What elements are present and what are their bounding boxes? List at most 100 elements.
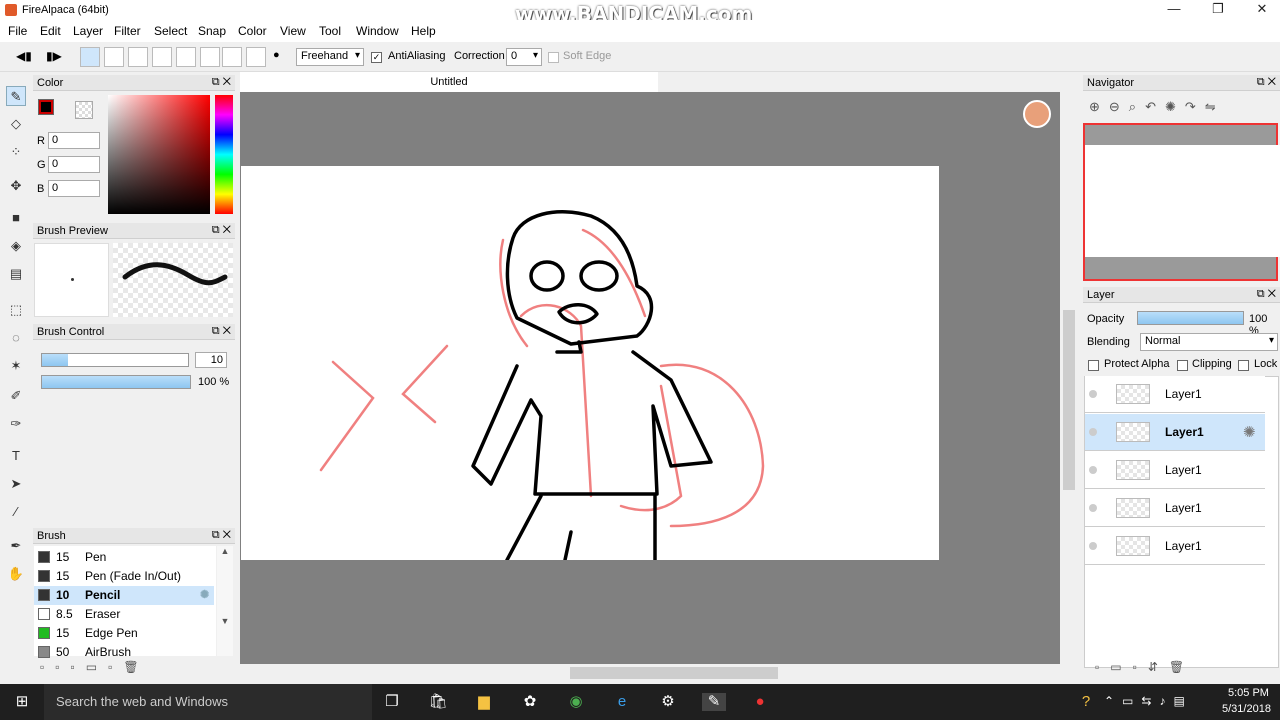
gradient-tool-icon[interactable]: ▤ (6, 264, 26, 284)
panel-close-icon[interactable]: ⧉ ✕ (212, 76, 231, 89)
primary-color-swatch[interactable] (38, 99, 54, 115)
magic-wand-tool-icon[interactable]: ✶ (6, 356, 26, 376)
select-tool-icon[interactable]: ⬚ (6, 300, 26, 320)
layer-actions[interactable]: ▫▭▫⇵🗑 (1095, 660, 1245, 674)
select-eraser-tool-icon[interactable]: ✑ (6, 414, 26, 434)
layer-row[interactable]: Layer1 (1085, 376, 1265, 413)
transparent-color-swatch[interactable] (75, 101, 93, 119)
system-tray-icons[interactable]: ⌃▭⇆♪▤ (1104, 694, 1193, 708)
clipping-checkbox[interactable] (1177, 358, 1188, 372)
brush-actions[interactable]: ▫▫▫▭▫🗑 (40, 660, 190, 674)
brush-list-scrollbar[interactable]: ▲ ▼ (217, 546, 233, 656)
brush-item[interactable]: 10 Pencil ✺ (34, 586, 214, 605)
hand-tool-icon[interactable]: ✋ (6, 564, 26, 584)
text-tool-icon[interactable]: T (6, 446, 26, 466)
snap-settings-icon[interactable] (246, 47, 266, 67)
windows-start-icon[interactable]: ⊞ (10, 693, 34, 711)
panel-close-icon[interactable]: ⧉ ✕ (212, 325, 231, 338)
brush-settings-icon[interactable]: ✺ (200, 588, 209, 601)
navigator-preview[interactable] (1083, 123, 1280, 281)
snap-off-icon[interactable] (80, 47, 100, 67)
brush-size-input[interactable]: 10 (195, 352, 227, 368)
chrome-icon[interactable]: ◉ (564, 693, 588, 711)
fill-rect-tool-icon[interactable]: ■ (6, 208, 26, 228)
layer-row[interactable]: Layer1 ✺ (1085, 414, 1265, 451)
drawing-canvas[interactable] (241, 166, 939, 562)
layer-visibility-icon[interactable] (1089, 504, 1097, 512)
bandicam-taskbar-icon[interactable]: ● (748, 693, 772, 711)
eyedropper-tool-icon[interactable]: ✒ (6, 536, 26, 556)
dot-icon[interactable]: ● (273, 49, 280, 61)
brush-item[interactable]: 15 Edge Pen (34, 624, 214, 643)
layer-visibility-icon[interactable] (1089, 542, 1097, 550)
soft-edge-checkbox[interactable] (548, 50, 559, 64)
panel-close-icon[interactable]: ⧉ ✕ (1257, 288, 1276, 301)
navigator-zoom-controls[interactable]: ⊕⊖⌕↶✺↷⇋ (1089, 99, 1279, 115)
document-tab[interactable]: Untitled (240, 72, 658, 92)
correction-select[interactable]: 0 (506, 48, 542, 66)
snap-grid-icon[interactable] (128, 47, 148, 67)
panel-close-icon[interactable]: ⧉ ✕ (212, 224, 231, 237)
menu-filter[interactable]: Filter (114, 24, 141, 38)
dot-tool-icon[interactable]: ⁘ (6, 142, 26, 162)
g-input[interactable]: 0 (48, 156, 100, 173)
blending-select[interactable]: Normal (1140, 333, 1278, 351)
menu-select[interactable]: Select (154, 24, 187, 38)
layer-row[interactable]: Layer1 (1085, 490, 1265, 527)
minimize-button[interactable]: — (1152, 0, 1196, 20)
paint-app-icon[interactable]: ✿ (518, 693, 542, 711)
menu-file[interactable]: File (8, 24, 27, 38)
eraser-tool-icon[interactable]: ◇ (6, 114, 26, 134)
file-explorer-icon[interactable]: ▆ (472, 693, 496, 711)
horizontal-scrollbar[interactable] (240, 664, 1060, 682)
menu-tool[interactable]: Tool (319, 24, 341, 38)
snap-parallel-icon[interactable] (104, 47, 124, 67)
layer-visibility-icon[interactable] (1089, 390, 1097, 398)
brush-opacity-slider[interactable] (41, 375, 191, 389)
menu-window[interactable]: Window (356, 24, 399, 38)
hue-slider[interactable] (215, 95, 233, 214)
brush-item[interactable]: 15 Pen (34, 548, 214, 567)
vertical-scrollbar[interactable] (1060, 92, 1078, 664)
b-input[interactable]: 0 (48, 180, 100, 197)
task-view-icon[interactable]: ❐ (380, 693, 404, 711)
taskbar-search-box[interactable]: Search the web and Windows (44, 684, 372, 720)
protect-alpha-checkbox[interactable] (1088, 358, 1099, 372)
vertical-scroll-thumb[interactable] (1063, 310, 1075, 490)
layer-visibility-icon[interactable] (1089, 428, 1097, 436)
maximize-button[interactable]: ❐ (1196, 0, 1240, 20)
snap-circle-icon[interactable] (200, 47, 220, 67)
menu-view[interactable]: View (280, 24, 306, 38)
brush-size-slider[interactable] (41, 353, 189, 367)
layer-settings-icon[interactable]: ✺ (1243, 423, 1256, 441)
menu-layer[interactable]: Layer (73, 24, 103, 38)
brush-item[interactable]: 15 Pen (Fade In/Out) (34, 567, 214, 586)
menu-edit[interactable]: Edit (40, 24, 61, 38)
snap-radial-icon[interactable] (176, 47, 196, 67)
snap-curve-icon[interactable] (222, 47, 242, 67)
menu-snap[interactable]: Snap (198, 24, 226, 38)
operation-tool-icon[interactable]: ➤ (6, 474, 26, 494)
lasso-tool-icon[interactable]: ◌ (6, 328, 26, 348)
snap-cross-icon[interactable] (152, 47, 172, 67)
panel-close-icon[interactable]: ⧉ ✕ (212, 529, 231, 542)
layer-visibility-icon[interactable] (1089, 466, 1097, 474)
layer-row[interactable]: Layer1 (1085, 452, 1265, 489)
store-icon[interactable]: 🛍 (426, 693, 450, 711)
bucket-tool-icon[interactable]: ◈ (6, 236, 26, 256)
layer-opacity-slider[interactable] (1137, 311, 1244, 325)
panel-close-icon[interactable]: ⧉ ✕ (1257, 76, 1276, 89)
edge-icon[interactable]: e (610, 693, 634, 711)
firealpaca-taskbar-icon[interactable]: ✎ (702, 693, 726, 711)
layer-row[interactable]: Layer1 (1085, 528, 1265, 565)
saturation-value-picker[interactable] (108, 95, 210, 214)
antialiasing-checkbox[interactable]: ✓ (371, 50, 382, 64)
menu-help[interactable]: Help (411, 24, 436, 38)
settings-icon[interactable]: ⚙ (656, 693, 680, 711)
stroke-mode-select[interactable]: Freehand (296, 48, 364, 66)
dropper-tool-icon[interactable]: ⁄ (6, 502, 26, 522)
brush-tool-icon[interactable]: ✎ (6, 86, 26, 106)
next-icon[interactable]: ▮▶ (46, 49, 62, 63)
menu-color[interactable]: Color (238, 24, 267, 38)
brush-item[interactable]: 8.5 Eraser (34, 605, 214, 624)
